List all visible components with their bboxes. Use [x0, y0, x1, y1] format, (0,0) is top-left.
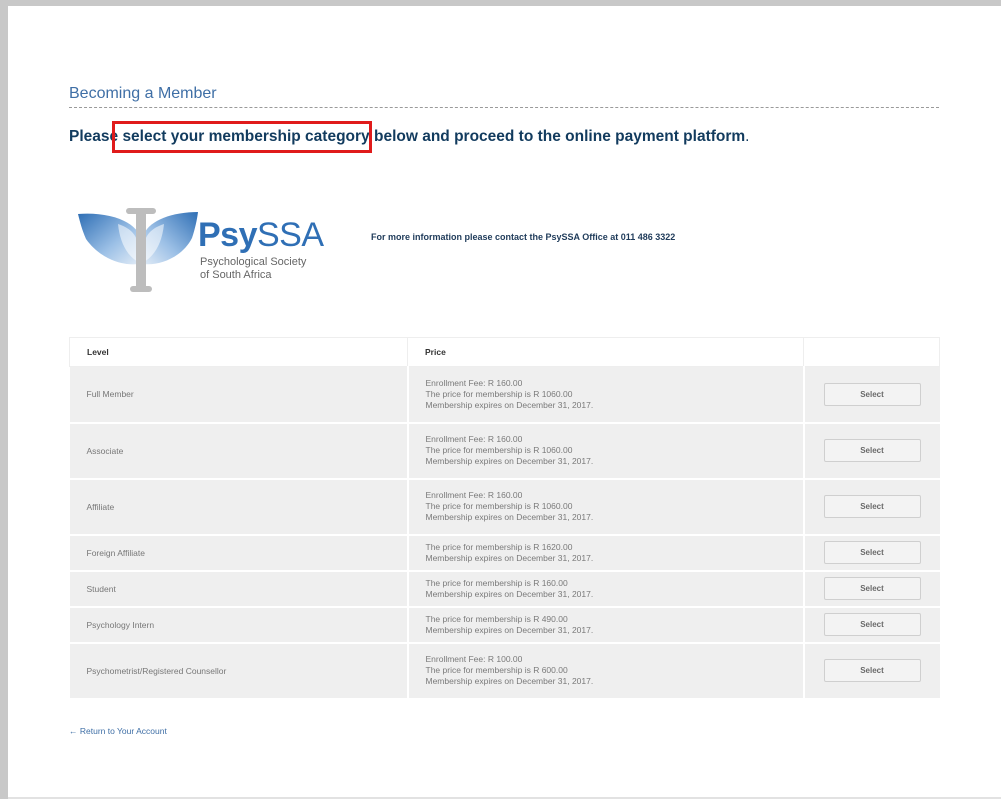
logo-wordmark-bold: Psy — [198, 216, 258, 254]
table-row: Student The price for membership is R 16… — [69, 570, 940, 608]
intro-prefix: Please — [69, 128, 123, 145]
price-line: The price for membership is R 160.00 — [425, 577, 568, 588]
contact-info: For more information please contact the … — [371, 232, 676, 242]
table-row: Foreign Affiliate The price for membersh… — [69, 534, 940, 572]
price-line: Membership expires on December 31, 2017. — [425, 512, 594, 522]
price-line: The price for membership is R 1060.00 — [425, 501, 573, 511]
select-associate-button[interactable]: Select — [823, 439, 921, 462]
price-line: Enrollment Fee: R 100.00 — [425, 654, 523, 664]
intro-suffix: below and proceed to the online payment … — [369, 128, 746, 145]
select-psychometrist-button[interactable]: Select — [823, 659, 921, 682]
intro-text: Please select your membership category b… — [69, 128, 749, 146]
level-cell: Full Member — [69, 366, 408, 424]
select-full-member-button[interactable]: Select — [823, 382, 921, 406]
price-line: Membership expires on December 31, 2017. — [425, 456, 594, 466]
window-frame-top — [0, 0, 1001, 6]
level-cell: Foreign Affiliate — [69, 534, 408, 572]
select-affiliate-button[interactable]: Select — [823, 495, 921, 518]
column-header-price: Price — [407, 337, 804, 367]
price-cell: Enrollment Fee: R 160.00 The price for m… — [406, 478, 804, 536]
price-line: The price for membership is R 490.00 — [425, 613, 568, 624]
price-line: Membership expires on December 31, 2017. — [425, 552, 594, 563]
level-cell: Psychology Intern — [69, 606, 408, 644]
column-header-level: Level — [69, 337, 408, 367]
price-line: Enrollment Fee: R 160.00 — [425, 377, 523, 388]
price-line: Membership expires on December 31, 2017. — [425, 676, 594, 686]
level-cell: Student — [69, 570, 408, 608]
column-header-action — [803, 337, 940, 367]
level-cell: Associate — [69, 422, 408, 480]
action-cell: Select — [802, 570, 940, 608]
price-cell: Enrollment Fee: R 160.00 The price for m… — [406, 422, 804, 480]
price-line: The price for membership is R 1060.00 — [425, 388, 573, 399]
membership-levels-table: Level Price Full Member Enrollment Fee: … — [69, 337, 940, 700]
price-line: The price for membership is R 1620.00 — [425, 541, 573, 552]
table-row: Affiliate Enrollment Fee: R 160.00 The p… — [69, 478, 940, 536]
price-line: Enrollment Fee: R 160.00 — [425, 490, 523, 500]
psyssa-logo: PsySSA Psychological Society of South Af… — [78, 204, 328, 296]
action-cell: Select — [802, 606, 940, 644]
price-line: The price for membership is R 1060.00 — [425, 445, 573, 455]
level-cell: Psychometrist/Registered Counsellor — [69, 642, 408, 700]
price-cell: Enrollment Fee: R 100.00 The price for m… — [406, 642, 804, 700]
select-student-button[interactable]: Select — [823, 577, 921, 600]
action-cell: Select — [802, 366, 940, 424]
price-line: Membership expires on December 31, 2017. — [425, 624, 594, 635]
price-line: The price for membership is R 600.00 — [425, 665, 568, 675]
price-cell: The price for membership is R 1620.00 Me… — [406, 534, 804, 572]
intro-end: . — [745, 128, 750, 145]
price-line: Membership expires on December 31, 2017. — [425, 399, 594, 410]
action-cell: Select — [802, 422, 940, 480]
table-row: Associate Enrollment Fee: R 160.00 The p… — [69, 422, 940, 480]
price-line: Membership expires on December 31, 2017. — [425, 588, 594, 599]
price-cell: The price for membership is R 160.00 Mem… — [406, 570, 804, 608]
select-foreign-affiliate-button[interactable]: Select — [823, 541, 921, 564]
table-row: Psychology Intern The price for membersh… — [69, 606, 940, 644]
select-psychology-intern-button[interactable]: Select — [823, 613, 921, 636]
price-cell: The price for membership is R 490.00 Mem… — [406, 606, 804, 644]
table-row: Psychometrist/Registered Counsellor Enro… — [69, 642, 940, 700]
page-title: Becoming a Member — [69, 85, 217, 102]
table-row: Full Member Enrollment Fee: R 160.00 The… — [69, 366, 940, 424]
table-header-row: Level Price — [69, 337, 940, 367]
logo-wordmark-light: SSA — [257, 216, 324, 254]
action-cell: Select — [802, 642, 940, 700]
action-cell: Select — [802, 534, 940, 572]
psyssa-wings-icon — [78, 208, 198, 292]
logo-tagline: Psychological Society of South Africa — [200, 256, 307, 281]
logo-wordmark: PsySSA — [198, 218, 324, 252]
price-cell: Enrollment Fee: R 160.00 The price for m… — [406, 366, 804, 424]
price-line: Enrollment Fee: R 160.00 — [425, 434, 523, 444]
window-frame-left — [0, 0, 8, 799]
action-cell: Select — [802, 478, 940, 536]
return-to-account-link[interactable]: ← Return to Your Account — [69, 726, 167, 736]
title-divider — [69, 107, 939, 108]
level-cell: Affiliate — [69, 478, 408, 536]
intro-highlight: select your membership category — [122, 128, 370, 145]
